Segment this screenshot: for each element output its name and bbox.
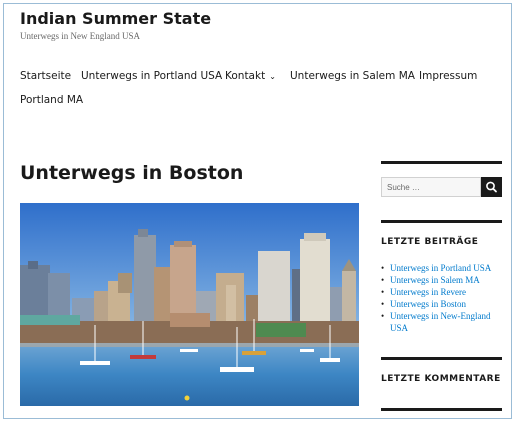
list-item[interactable]: Unterwegs in Revere <box>381 286 506 298</box>
recent-post-link[interactable]: Unterwegs in Salem MA <box>390 275 480 285</box>
recent-post-link[interactable]: Unterwegs in New-England USA <box>390 311 490 333</box>
search-icon <box>486 181 497 193</box>
nav-item-kontakt-label: Kontakt <box>225 70 266 82</box>
sidebar-divider <box>381 161 502 164</box>
list-item[interactable]: Unterwegs in Boston <box>381 298 506 310</box>
nav-item-impressum[interactable]: Impressum <box>419 70 477 82</box>
nav-item-kontakt[interactable]: Kontakt ⌄ <box>225 70 276 82</box>
nav-item-startseite[interactable]: Startseite <box>20 70 71 82</box>
list-item[interactable]: Unterwegs in New-England USA <box>381 310 506 334</box>
boston-skyline-image <box>20 203 359 406</box>
recent-post-link[interactable]: Unterwegs in Portland USA <box>390 263 491 273</box>
browser-viewport: Indian Summer State Unterwegs in New Eng… <box>3 3 512 419</box>
nav-item-portland-ma[interactable]: Portland MA <box>20 94 83 106</box>
chevron-down-icon: ⌄ <box>269 72 276 81</box>
sidebar-divider <box>381 220 502 223</box>
recent-posts-list: Unterwegs in Portland USA Unterwegs in S… <box>381 262 506 334</box>
recent-posts-heading: LETZTE BEITRÄGE <box>381 237 479 247</box>
recent-comments-heading: LETZTE KOMMENTARE <box>381 374 501 384</box>
recent-post-link[interactable]: Unterwegs in Boston <box>390 299 466 309</box>
search-button[interactable] <box>481 177 502 197</box>
recent-post-link[interactable]: Unterwegs in Revere <box>390 287 466 297</box>
search-input[interactable]: Suche … <box>381 177 481 197</box>
sidebar-divider <box>381 357 502 360</box>
nav-item-salem-ma[interactable]: Unterwegs in Salem MA <box>290 70 415 82</box>
site-title[interactable]: Indian Summer State <box>20 9 211 28</box>
featured-image-boston-harbor[interactable] <box>20 203 359 406</box>
site-description: Unterwegs in New England USA <box>20 31 140 41</box>
list-item[interactable]: Unterwegs in Portland USA <box>381 262 506 274</box>
list-item[interactable]: Unterwegs in Salem MA <box>381 274 506 286</box>
sidebar-divider <box>381 408 502 411</box>
nav-item-portland-usa[interactable]: Unterwegs in Portland USA <box>81 70 222 82</box>
entry-title[interactable]: Unterwegs in Boston <box>20 162 243 184</box>
